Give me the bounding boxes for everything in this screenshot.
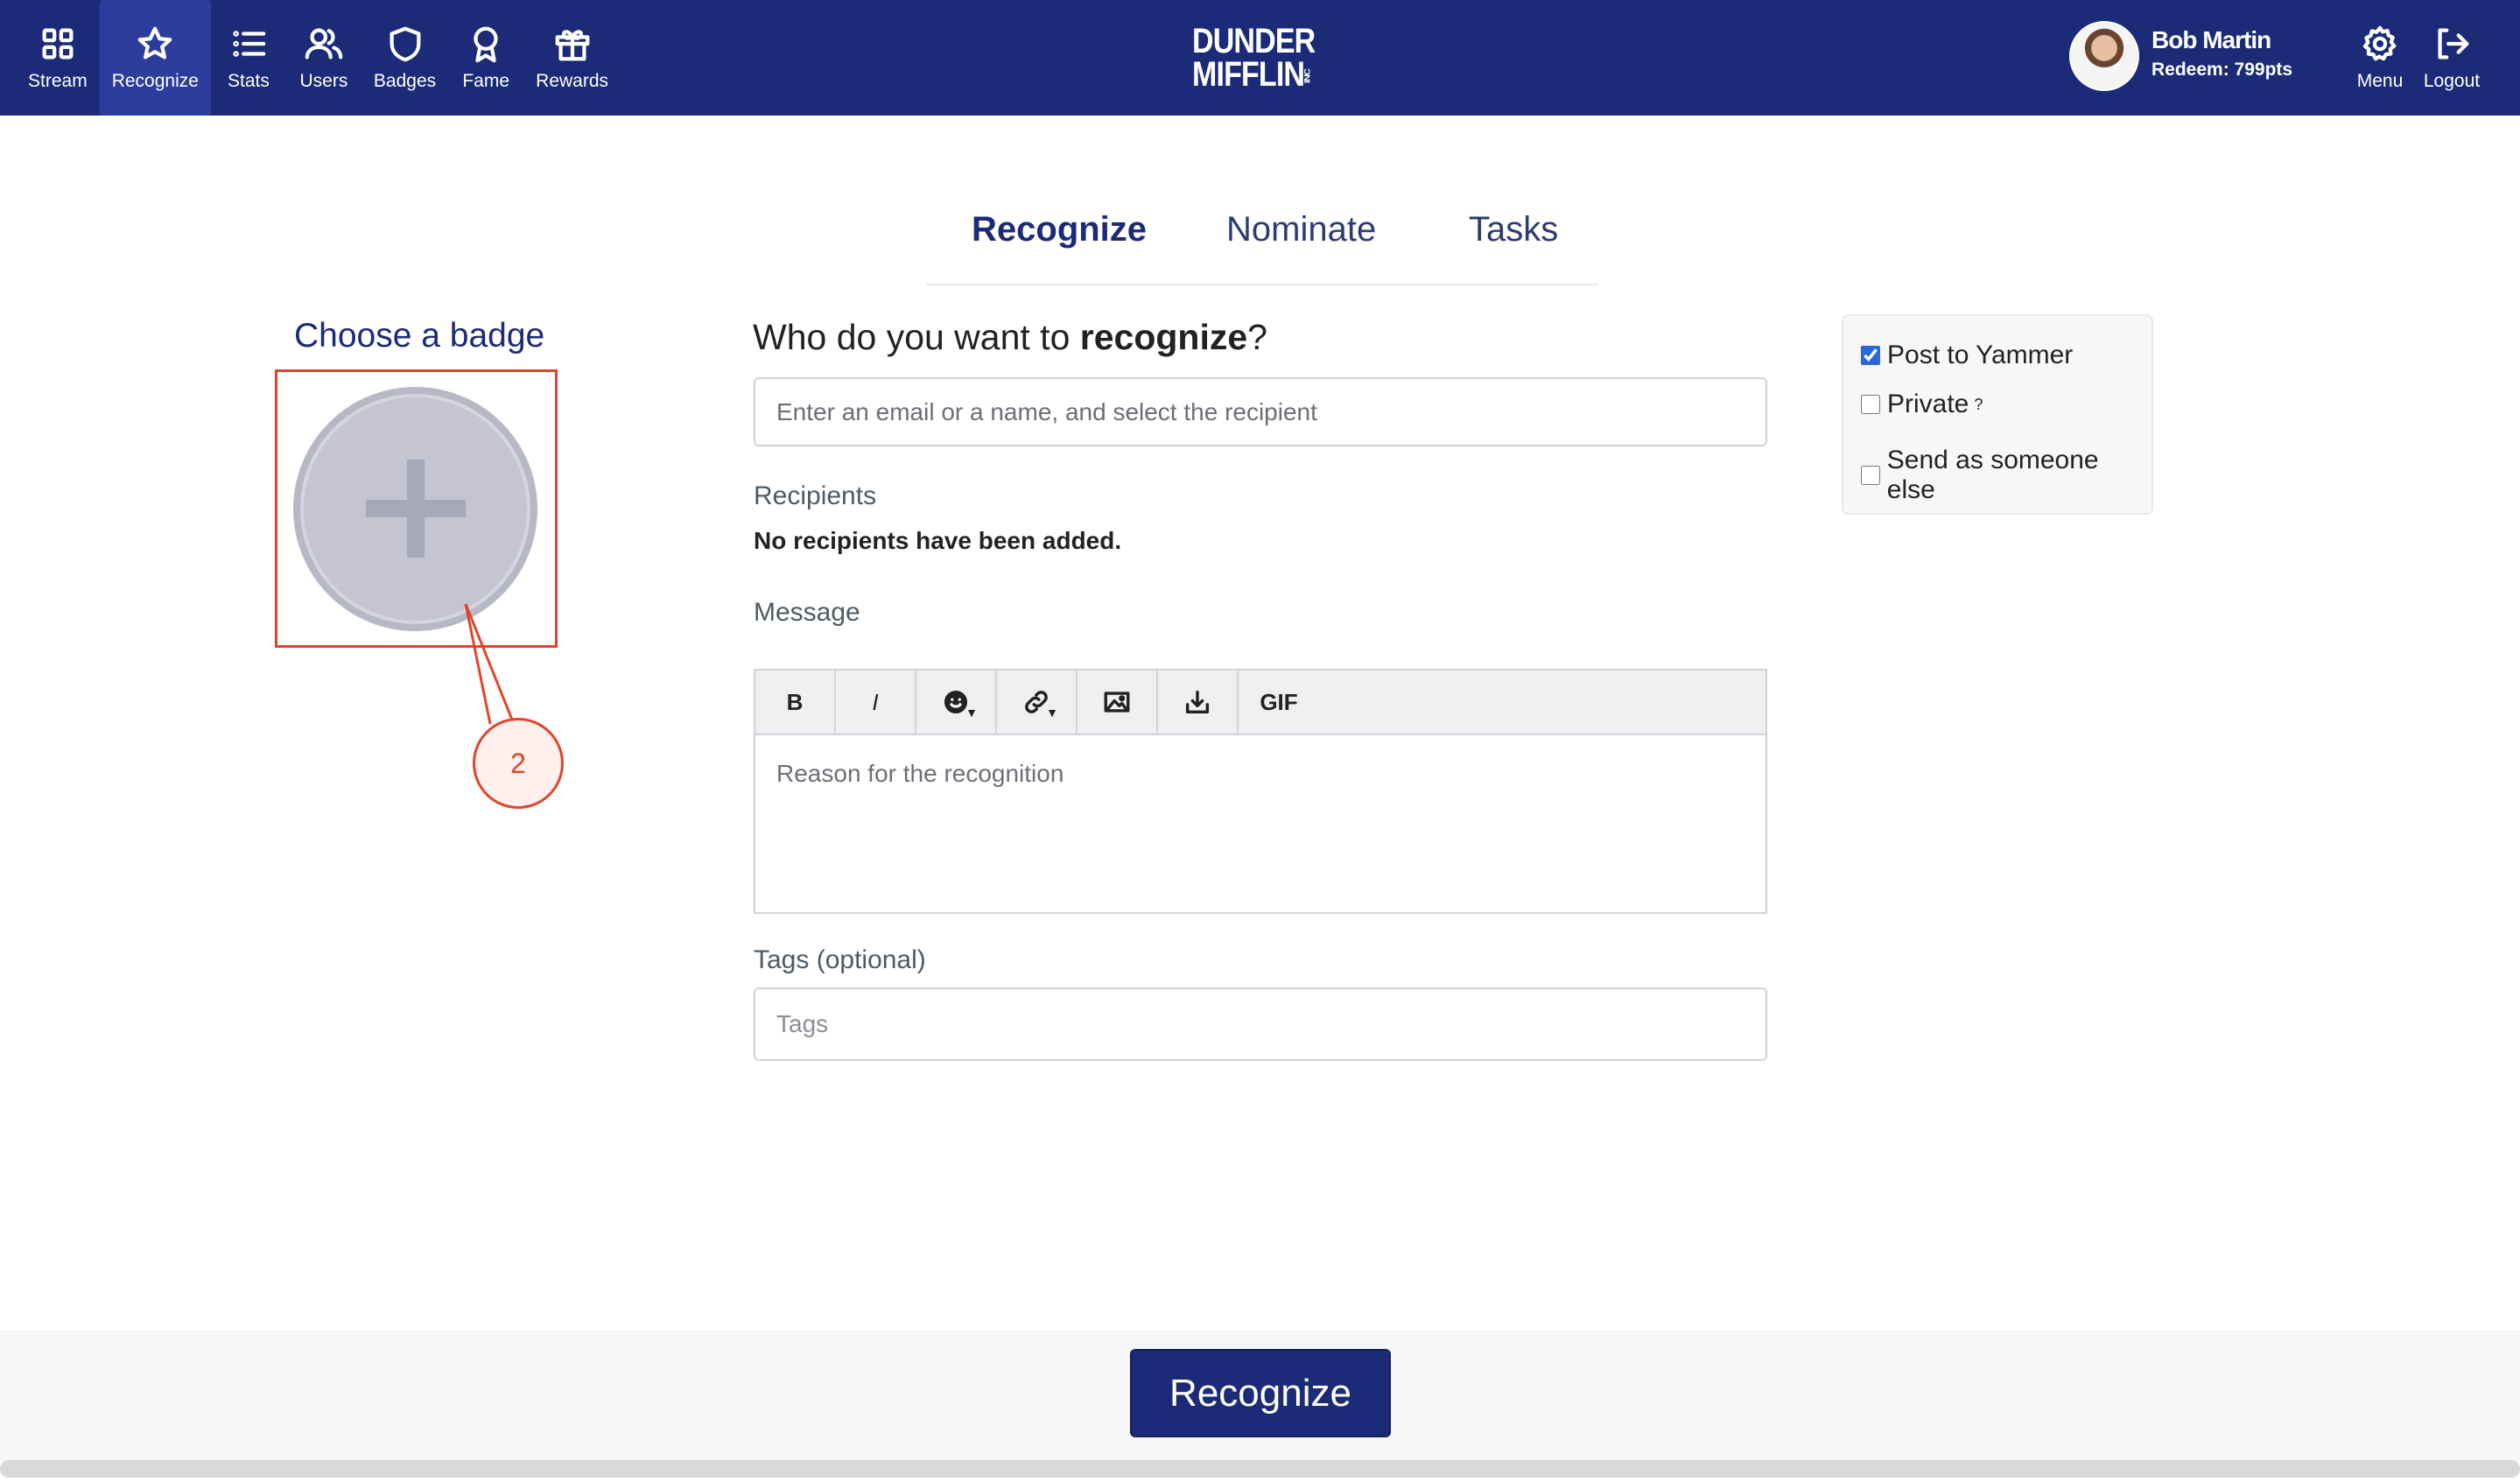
post-to-yammer-option[interactable]: Post to Yammer <box>1861 341 2073 370</box>
help-icon[interactable]: ? <box>1974 396 1983 414</box>
logo-line-1: DUNDER <box>1192 22 1316 60</box>
private-label: Private <box>1887 390 1969 418</box>
award-icon <box>474 26 498 63</box>
tab-nominate[interactable]: Nominate <box>1226 210 1376 249</box>
no-recipients-text: No recipients have been added. <box>754 527 1122 554</box>
user-name[interactable]: Bob Martin <box>2151 26 2271 54</box>
editor-toolbar: B I ▼ ▼ GIF <box>755 671 1765 735</box>
nav-users[interactable]: Users <box>286 0 362 116</box>
choose-badge-title: Choose a badge <box>294 317 545 355</box>
nav-users-label: Users <box>299 71 348 91</box>
recipients-label: Recipients <box>754 481 877 510</box>
star-icon <box>137 26 172 60</box>
post-to-yammer-label: Post to Yammer <box>1887 341 2074 369</box>
dunder-mifflin-logo[interactable]: DUNDER MIFFLININC <box>1192 22 1316 94</box>
italic-label: I <box>872 688 879 715</box>
logout-icon <box>2438 28 2469 60</box>
link-button[interactable]: ▼ <box>997 671 1077 734</box>
list-icon <box>233 31 266 57</box>
chevron-down-icon: ▼ <box>1046 706 1058 720</box>
nav-logout-label: Logout <box>2423 71 2481 91</box>
annotation-callout: 2 <box>473 718 564 809</box>
top-nav-bar: Stream Recognize Stats Users Badges Fame… <box>0 0 2520 116</box>
horizontal-scrollbar[interactable] <box>0 1460 2520 1478</box>
nav-rewards-label: Rewards <box>536 71 609 91</box>
users-icon <box>305 28 343 60</box>
send-as-label: Send as someone else <box>1886 446 2099 504</box>
question-prefix: Who do you want to <box>753 317 1080 357</box>
plus-icon-bar <box>366 500 466 517</box>
bold-label: B <box>786 688 804 715</box>
logo-line-2: MIFFLIN <box>1192 55 1305 94</box>
message-textarea[interactable] <box>755 735 1765 912</box>
gift-icon <box>555 30 589 61</box>
nav-stats-label: Stats <box>227 71 270 91</box>
recipient-question: Who do you want to recognize? <box>753 317 1267 358</box>
send-as-checkbox[interactable] <box>1861 466 1880 485</box>
send-as-option[interactable]: Send as someone else <box>1861 446 2151 505</box>
tab-tasks[interactable]: Tasks <box>1469 210 1558 249</box>
main-nav: Stream Recognize Stats Users Badges Fame… <box>16 0 621 116</box>
attach-button[interactable] <box>1158 671 1239 734</box>
bold-button[interactable]: B <box>755 671 836 734</box>
shield-icon <box>390 26 420 62</box>
nav-fame[interactable]: Fame <box>448 0 523 116</box>
recognition-tabs: Recognize Nominate Tasks <box>926 200 1597 285</box>
gif-button[interactable]: GIF <box>1239 671 1319 734</box>
recipient-input[interactable] <box>754 377 1767 446</box>
italic-button[interactable]: I <box>836 671 916 734</box>
gear-icon <box>2362 25 2397 61</box>
nav-badges[interactable]: Badges <box>362 0 448 116</box>
logo-suffix: INC <box>1302 69 1312 84</box>
nav-logout[interactable]: Logout <box>2416 0 2488 116</box>
tags-input[interactable] <box>754 987 1767 1061</box>
recognize-submit-button[interactable]: Recognize <box>1130 1349 1391 1437</box>
chevron-down-icon: ▼ <box>965 706 978 720</box>
question-suffix: ? <box>1247 317 1267 357</box>
avatar[interactable] <box>2069 21 2139 91</box>
private-option[interactable]: Private? <box>1861 390 1983 419</box>
private-checkbox[interactable] <box>1861 395 1880 414</box>
right-nav: Menu Logout <box>2344 0 2488 116</box>
message-editor: B I ▼ ▼ GIF <box>754 669 1767 914</box>
image-icon <box>1104 692 1130 713</box>
post-to-yammer-checkbox[interactable] <box>1861 346 1880 365</box>
download-icon <box>1185 690 1210 714</box>
nav-menu-label: Menu <box>2356 71 2404 91</box>
message-label: Message <box>754 598 860 627</box>
post-options-panel: Post to Yammer Private? Send as someone … <box>1842 314 2153 515</box>
grid-icon <box>42 28 74 60</box>
nav-rewards[interactable]: Rewards <box>523 0 621 116</box>
nav-menu[interactable]: Menu <box>2344 0 2416 116</box>
emoji-button[interactable]: ▼ <box>916 671 997 734</box>
image-button[interactable] <box>1077 671 1158 734</box>
nav-fame-label: Fame <box>462 71 509 91</box>
nav-stream[interactable]: Stream <box>16 0 100 116</box>
nav-badges-label: Badges <box>373 71 437 91</box>
tags-label: Tags (optional) <box>754 945 926 974</box>
nav-recognize-label: Recognize <box>111 71 199 91</box>
tab-recognize[interactable]: Recognize <box>972 210 1147 249</box>
nav-stream-label: Stream <box>28 71 88 91</box>
nav-recognize[interactable]: Recognize <box>99 0 211 116</box>
question-bold: recognize <box>1079 317 1248 357</box>
nav-stats[interactable]: Stats <box>211 0 286 116</box>
user-points[interactable]: Redeem: 799pts <box>2151 60 2292 81</box>
